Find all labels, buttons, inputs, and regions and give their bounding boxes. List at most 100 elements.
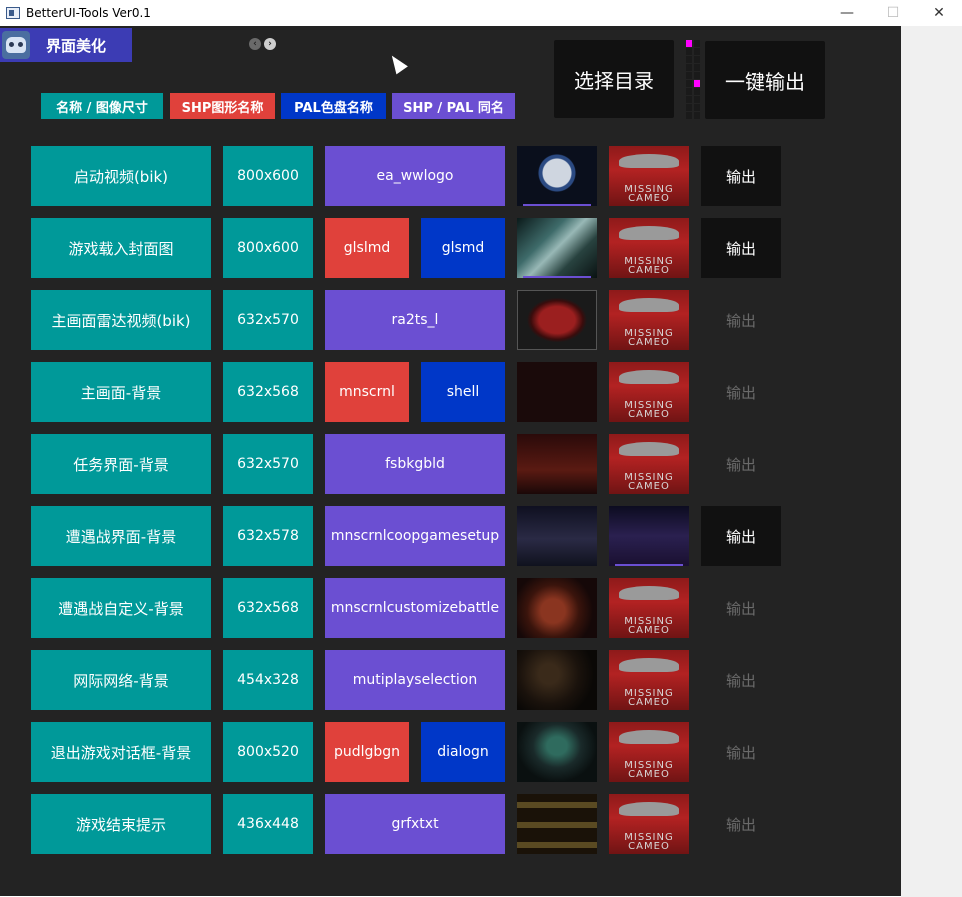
cameo-emblem-icon [619,298,679,312]
asset-shp-pal-name[interactable]: mutiplayselection [325,650,505,710]
asset-name: 遭遇战界面-背景 [31,506,211,566]
asset-size: 800x600 [223,218,313,278]
cameo-emblem-icon [619,658,679,672]
asset-name: 主画面雷达视频(bik) [31,290,211,350]
preview-image [517,794,597,854]
export-button[interactable]: 输出 [701,146,781,206]
cameo-emblem-icon [619,370,679,384]
missing-cameo-image: MISSING CAMEO [609,650,689,710]
asset-shp-pal-name[interactable]: ea_wwlogo [325,146,505,206]
asset-shp-pal-name[interactable]: mnscrnlcustomizebattle [325,578,505,638]
asset-pal-name[interactable]: shell [421,362,505,422]
missing-cameo-image: MISSING CAMEO [609,578,689,638]
asset-name: 游戏结束提示 [31,794,211,854]
asset-shp-name[interactable]: mnscrnl [325,362,409,422]
asset-name: 主画面-背景 [31,362,211,422]
missing-cameo-image: MISSING CAMEO [609,146,689,206]
missing-cameo-label: MISSING CAMEO [624,688,674,708]
export-button[interactable]: 输出 [701,650,781,710]
window-background [901,26,962,897]
mouse-cursor-icon [386,51,408,75]
export-button[interactable]: 输出 [701,218,781,278]
preview-selected-bar [523,276,591,278]
cameo-emblem-icon [619,586,679,600]
asset-shp-pal-name[interactable]: fsbkgbld [325,434,505,494]
asset-shp-name[interactable]: pudlgbgn [325,722,409,782]
missing-cameo-image: MISSING CAMEO [609,218,689,278]
preview-image [517,362,597,422]
cameo-emblem-icon [619,154,679,168]
asset-shp-name[interactable]: glslmd [325,218,409,278]
asset-name: 游戏载入封面图 [31,218,211,278]
cameo-emblem-icon [619,442,679,456]
missing-cameo-label: MISSING CAMEO [624,328,674,348]
preview-image [517,434,597,494]
asset-name: 网际网络-背景 [31,650,211,710]
legend-name-size: 名称 / 图像尺寸 [41,93,163,119]
tab-ui-beautify[interactable]: 界面美化 [0,28,132,62]
tab-scroll-arrows: ‹ › [249,38,276,50]
export-button[interactable]: 输出 [701,578,781,638]
missing-cameo-label: MISSING CAMEO [624,472,674,492]
legend-shp-pal-same: SHP / PAL 同名 [392,93,515,119]
missing-cameo-label: MISSING CAMEO [624,400,674,420]
window-title: BetterUI-Tools Ver0.1 [26,6,151,20]
legend-shp-name: SHP图形名称 [170,93,275,119]
export-all-button[interactable]: 一键输出 [705,41,825,119]
converted-image [609,506,689,566]
asset-shp-pal-name[interactable]: grfxtxt [325,794,505,854]
preview-image [517,218,597,278]
scroll-right-icon[interactable]: › [264,38,276,50]
preview-image [517,722,597,782]
missing-cameo-label: MISSING CAMEO [624,760,674,780]
legend-pal-name: PAL色盘名称 [281,93,386,119]
cameo-emblem-icon [619,226,679,240]
export-button[interactable]: 输出 [701,506,781,566]
preview-image [517,650,597,710]
title-bar: BetterUI-Tools Ver0.1 — ☐ ✕ [0,0,962,26]
app-icon [6,7,20,19]
cameo-emblem-icon [619,730,679,744]
close-button[interactable]: ✕ [916,0,962,26]
preview-image [517,506,597,566]
preview-image [517,290,597,350]
asset-pal-name[interactable]: dialogn [421,722,505,782]
asset-shp-pal-name[interactable]: ra2ts_l [325,290,505,350]
export-button[interactable]: 输出 [701,434,781,494]
missing-cameo-image: MISSING CAMEO [609,434,689,494]
missing-cameo-image: MISSING CAMEO [609,362,689,422]
minimize-button[interactable]: — [824,0,870,26]
missing-cameo-label: MISSING CAMEO [624,832,674,852]
export-button[interactable]: 输出 [701,722,781,782]
asset-name: 任务界面-背景 [31,434,211,494]
scroll-left-icon[interactable]: ‹ [249,38,261,50]
asset-size: 632x570 [223,434,313,494]
asset-shp-pal-name[interactable]: mnscrnlcoopgamesetup [325,506,505,566]
godot-icon [2,31,30,59]
export-button[interactable]: 输出 [701,290,781,350]
select-directory-button[interactable]: 选择目录 [554,40,674,118]
asset-size: 632x568 [223,362,313,422]
maximize-button[interactable]: ☐ [870,0,916,26]
asset-name: 退出游戏对话框-背景 [31,722,211,782]
export-button[interactable]: 输出 [701,362,781,422]
missing-cameo-image: MISSING CAMEO [609,722,689,782]
export-button[interactable]: 输出 [701,794,781,854]
asset-pal-name[interactable]: glsmd [421,218,505,278]
asset-name: 遭遇战自定义-背景 [31,578,211,638]
preview-image [517,578,597,638]
asset-size: 454x328 [223,650,313,710]
preview-selected-bar [523,204,591,206]
cameo-emblem-icon [619,802,679,816]
activity-indicator [686,40,701,120]
asset-name: 启动视频(bik) [31,146,211,206]
asset-size: 632x568 [223,578,313,638]
missing-cameo-image: MISSING CAMEO [609,290,689,350]
preview-image [517,146,597,206]
asset-size: 800x520 [223,722,313,782]
missing-cameo-label: MISSING CAMEO [624,616,674,636]
missing-cameo-image: MISSING CAMEO [609,794,689,854]
asset-size: 436x448 [223,794,313,854]
asset-size: 632x578 [223,506,313,566]
missing-cameo-label: MISSING CAMEO [624,256,674,276]
